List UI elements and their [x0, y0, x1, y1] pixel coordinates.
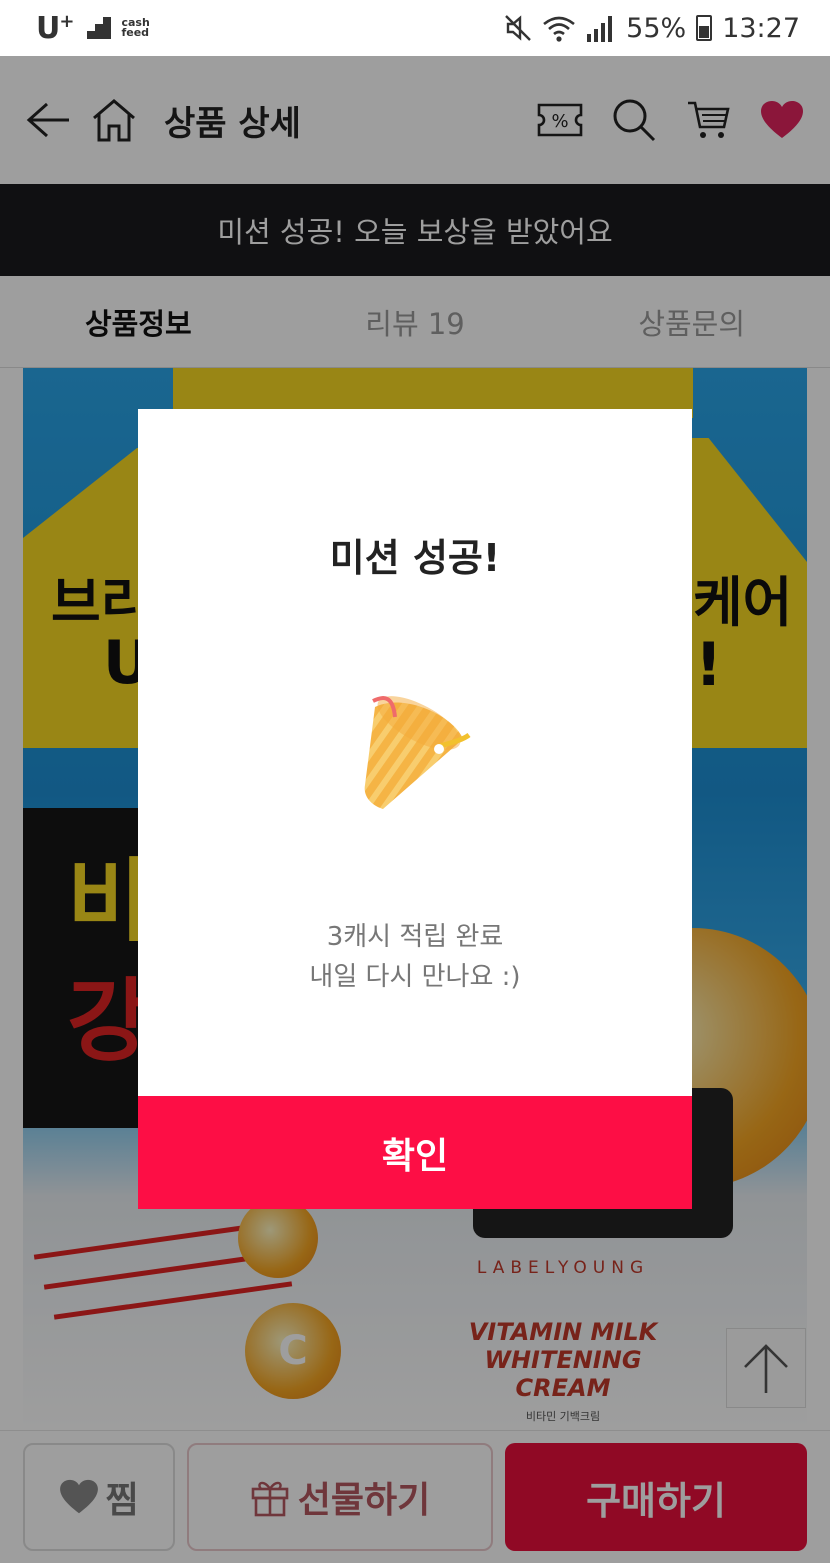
battery-icon [696, 15, 713, 41]
clock: 13:27 [722, 12, 800, 44]
mute-icon [505, 15, 532, 41]
party-popper-icon [364, 696, 471, 809]
carrier-logo: U+ [36, 10, 74, 46]
confirm-button[interactable]: 확인 [138, 1096, 692, 1209]
mission-success-dialog: 미션 성공! 3캐시 적립 완료 내일 다시 만나요 :) 확인 [138, 409, 692, 1209]
dialog-title: 미션 성공! [329, 536, 501, 580]
cashfeed-notification-icon: cash feed [87, 17, 150, 39]
status-bar: U+ cash feed 55% 13:27 [0, 0, 830, 56]
signal-icon [587, 16, 613, 42]
dialog-message: 3캐시 적립 완료 내일 다시 만나요 :) [309, 922, 521, 992]
wifi-icon [543, 16, 575, 42]
battery-percent: 55% [626, 12, 687, 44]
